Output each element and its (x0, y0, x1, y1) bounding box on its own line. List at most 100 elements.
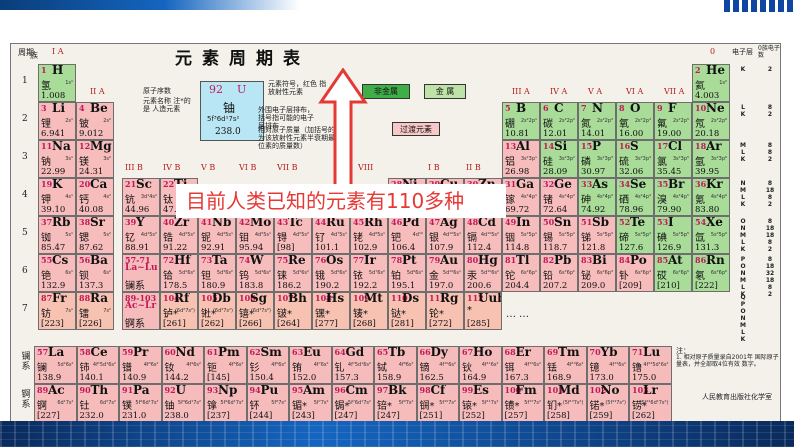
element-name: 氮 (581, 119, 591, 130)
atomic-mass: 204.4 (505, 281, 530, 291)
element-symbol: Pu (260, 384, 279, 397)
atomic-number: 67 (462, 347, 474, 357)
electron-config: 5s² (103, 232, 111, 238)
atomic-mass: [237] (207, 411, 230, 421)
element-cell-bi: 83 Bi 铋 6s²6p³ 209.0 (578, 254, 616, 292)
element-name: 碳 (543, 119, 553, 130)
element-cell-se: 34 Se 硒 4s²4p⁴ 78.96 (616, 178, 654, 216)
atomic-number: 98 (419, 385, 431, 395)
period-number: 3 (22, 152, 28, 162)
element-name: 镝 (419, 363, 430, 374)
atomic-mass: 231.0 (122, 411, 147, 421)
element-name: 镭 (79, 309, 89, 320)
electron-config: 3s²3p³ (596, 156, 613, 162)
atomic-number: 43 (277, 217, 289, 227)
atomic-mass: 9.012 (79, 129, 104, 139)
element-name: 磷 (581, 157, 591, 168)
element-name: 锿* (462, 401, 477, 412)
element-name: 铌 (201, 233, 211, 244)
element-name: 氡 (695, 271, 705, 282)
atomic-mass: [266] (239, 319, 262, 329)
atomic-mass: 19.00 (657, 129, 682, 139)
page-title: 元素周期表 (175, 49, 310, 69)
element-name: 银 (429, 233, 439, 244)
atomic-number: 13 (505, 141, 517, 151)
atomic-number: 46 (391, 217, 403, 227)
shell-electron-counts: 8 18 32 18 8 2 (765, 256, 775, 298)
element-cell-na: 11 Na 钠 3s¹ 22.99 (38, 140, 76, 178)
atomic-mass: 102.9 (353, 243, 378, 253)
element-symbol: Ir (364, 254, 376, 267)
element-name: 钼 (239, 233, 249, 244)
element-name: 鿏* (353, 309, 368, 320)
atomic-number: 3 (41, 103, 47, 113)
element-symbol: Os (326, 254, 344, 267)
legend-atomic-number-note: 原子序数 (143, 87, 171, 95)
atomic-number: 21 (125, 179, 137, 189)
element-symbol: Db (212, 292, 231, 305)
element-name: 氢 (41, 81, 51, 92)
electron-config: 5s²5p¹ (520, 232, 537, 238)
element-cell-rf: 104 Rf 𬬻* (6d²7s²) [261] (160, 292, 198, 330)
electron-config: 6s² (103, 270, 111, 276)
element-name: 铪 (163, 271, 173, 282)
atomic-mass: [262] (632, 411, 655, 421)
atomic-number: 4 (79, 103, 85, 113)
period-number: 7 (22, 304, 28, 314)
element-cell-yb: 70 Yb 镱 4f¹⁴6s² 173.0 (586, 346, 629, 384)
atomic-mass: [262] (201, 319, 224, 329)
element-cell-lr: 103 Lr 铹* (5f¹⁴6d¹7s²) [262] (629, 384, 672, 422)
atomic-mass: 175.0 (632, 373, 657, 383)
element-symbol: Sr (90, 216, 105, 229)
actinide-series-label: 锕系 (21, 390, 31, 410)
atomic-number: 99 (462, 385, 474, 395)
atomic-mass: 69.72 (505, 205, 530, 215)
element-cell-th: 90 Th 钍 6d²7s² 232.0 (76, 384, 119, 422)
element-cell-at: 85 At 砹 6s²6p⁵ [210] (654, 254, 692, 292)
element-symbol: Rf (174, 292, 190, 305)
element-symbol: Si (554, 140, 568, 153)
atomic-number: 10 (695, 103, 707, 113)
atomic-mass: 92.91 (201, 243, 226, 253)
element-cell-mg: 12 Mg 镁 3s² 24.31 (76, 140, 114, 178)
atomic-mass: [277] (315, 319, 338, 329)
element-symbol: Mg (90, 140, 112, 153)
electron-config: 5s¹ (65, 232, 73, 238)
atomic-mass: 157.3 (334, 373, 359, 383)
group-label-14: IV A (550, 87, 568, 96)
atomic-mass: 164.9 (462, 373, 487, 383)
element-symbol: Ne (706, 102, 725, 115)
element-symbol: Pa (133, 384, 150, 397)
legend-sample-cell: 92 U 铀 5f³6d¹7s² 238.0 (200, 81, 264, 141)
atomic-number: 74 (239, 255, 251, 265)
group-label-4: IV B (163, 163, 181, 172)
atomic-number: 56 (79, 255, 91, 265)
atomic-mass: 150.4 (249, 373, 274, 383)
element-name: 镧 (37, 363, 47, 374)
element-cell-ds: 110 Ds 𫟼* [281] (388, 292, 426, 330)
atomic-mass: [257] (504, 411, 528, 421)
atomic-number: 54 (695, 217, 707, 227)
element-symbol: Li (52, 102, 65, 115)
element-symbol: Pb (554, 254, 572, 267)
atomic-mass: 180.9 (201, 281, 226, 291)
atomic-number: 37 (41, 217, 53, 227)
group-label-17: VII A (664, 87, 685, 96)
element-name: 𫟼* (391, 309, 406, 320)
element-symbol: Pm (218, 346, 240, 359)
element-name: 镄* (504, 401, 520, 412)
element-cell-ge: 32 Ge 锗 4s²4p² 72.64 (540, 178, 578, 216)
element-cell-ra: 88 Ra 镭 7s² [226] (76, 292, 114, 330)
atomic-mass: 200.6 (467, 281, 492, 291)
element-symbol: Tb (388, 346, 406, 359)
element-cell-sb: 51 Sb 锑 5s²5p³ 121.8 (578, 216, 616, 254)
atomic-number: 86 (695, 255, 707, 265)
element-symbol: Hs (326, 292, 345, 305)
element-cell-te: 52 Te 碲 5s²5p⁴ 127.6 (616, 216, 654, 254)
atomic-number: 75 (277, 255, 289, 265)
electron-config: 4d¹⁰ (412, 232, 423, 238)
transition-element-key: 过渡元素 (392, 122, 440, 136)
element-cell-n: 7 N 氮 2s²2p³ 14.01 (578, 102, 616, 140)
element-symbol: No (600, 384, 620, 397)
electron-config: 5f¹⁰7s² (439, 400, 456, 406)
